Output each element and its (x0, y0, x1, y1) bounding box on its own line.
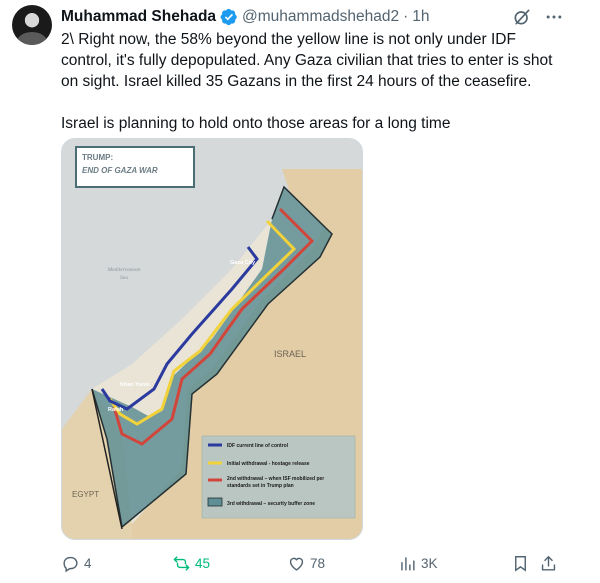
avatar[interactable] (12, 5, 52, 45)
city-label-khan-yunis: Khan Yunis (120, 382, 150, 388)
views-count: 3K (421, 555, 438, 571)
legend-label-second-line1: 2nd withdrawal – when ISF mobilized per (227, 476, 324, 482)
views-icon (401, 556, 415, 571)
egypt-label: EGYPT (72, 490, 99, 499)
reply-button[interactable]: 4 (61, 552, 92, 574)
like-button[interactable]: 78 (287, 552, 325, 574)
legend-label-idf: IDF current line of control (227, 443, 289, 449)
legend-swatch-buffer (207, 497, 223, 507)
map-image[interactable]: TRUMP: END OF GAZA WAR Mediterranean Sea… (61, 138, 363, 540)
tweet-header: Muhammad Shehada @muhammadshehad2 · 1h (61, 6, 430, 28)
repost-count: 45 (195, 555, 211, 571)
repost-button[interactable]: 45 (172, 552, 210, 574)
sea-label-line2: Sea (120, 275, 128, 281)
author-name[interactable]: Muhammad Shehada (61, 8, 216, 26)
bookmark-icon (515, 555, 526, 572)
verified-badge-icon (220, 8, 237, 26)
separator-dot: · (403, 8, 409, 25)
views-button[interactable]: 3K (398, 552, 438, 574)
share-icon (541, 555, 556, 571)
like-count: 78 (310, 555, 326, 571)
city-label-rafah: Rafah (108, 407, 124, 413)
tweet: Muhammad Shehada @muhammadshehad2 · 1h 2… (0, 0, 600, 583)
timestamp[interactable]: 1h (412, 8, 429, 26)
tweet-paragraph: 2\ Right now, the 58% beyond the yellow … (61, 31, 557, 90)
tweet-text: 2\ Right now, the 58% beyond the yellow … (61, 29, 561, 134)
more-options-icon[interactable] (544, 7, 564, 27)
israel-label: ISRAEL (274, 349, 306, 359)
bookmark-button[interactable] (511, 552, 534, 574)
city-label-gaza: Gaza City (230, 260, 256, 266)
tweet-paragraph: Israel is planning to hold onto those ar… (61, 115, 451, 132)
map-title-line2: END OF GAZA WAR (82, 166, 158, 175)
map-title-line1: TRUMP: (82, 153, 113, 162)
repost-icon (173, 555, 190, 571)
grok-icon[interactable] (512, 7, 532, 27)
legend-label-buffer: 3rd withdrawal – security buffer zone (227, 501, 315, 507)
reply-icon (63, 556, 78, 572)
share-button[interactable] (539, 552, 562, 574)
heart-icon (289, 557, 304, 571)
author-handle[interactable]: @muhammadshehad2 (242, 8, 399, 26)
sea-label-line1: Mediterranean (107, 267, 141, 273)
reply-count: 4 (84, 555, 92, 571)
legend-label-initial: Initial withdrawal - hostage release (227, 461, 310, 467)
avatar-figure (17, 32, 47, 45)
legend-label-second-line2: standards set in Trump plan (227, 483, 294, 489)
gaza-map: TRUMP: END OF GAZA WAR Mediterranean Sea… (62, 139, 362, 539)
tweet-actions: 4 45 78 3K (61, 552, 561, 574)
